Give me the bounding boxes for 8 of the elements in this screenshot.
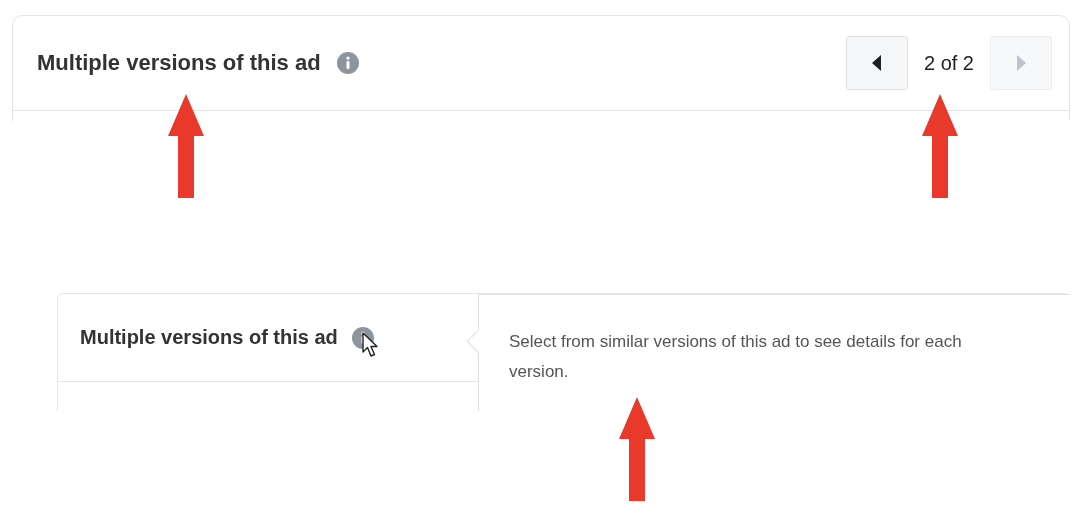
panel-title: Multiple versions of this ad (80, 326, 338, 349)
tooltip-text: Select from similar versions of this ad to see details for each version. (509, 331, 963, 383)
left-triangle-icon (871, 55, 882, 71)
panel-title: Multiple versions of this ad (37, 50, 321, 76)
page-counter: 2 of 2 (923, 51, 974, 75)
right-triangle-icon (1016, 55, 1026, 71)
cursor-icon (361, 331, 380, 358)
previous-button[interactable] (845, 36, 908, 90)
